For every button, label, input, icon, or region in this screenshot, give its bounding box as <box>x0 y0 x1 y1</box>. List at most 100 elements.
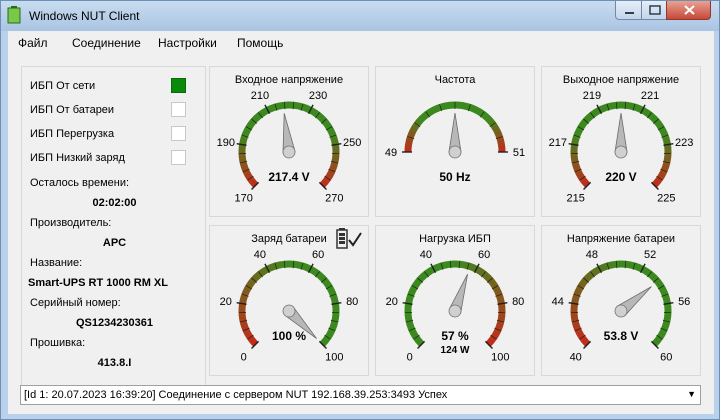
gauge-arc-segment <box>408 129 417 136</box>
gauge-tick-label: 44 <box>552 296 564 308</box>
gauge-title: Выходное напряжение <box>562 74 680 86</box>
dropdown-arrow-icon[interactable]: ▼ <box>687 389 696 399</box>
gauge-arc-segment <box>260 107 269 116</box>
main-window: Windows NUT Client Файл Соединение Настр… <box>0 0 720 420</box>
gauge-arc-segment <box>301 103 309 113</box>
gauge-arc-segment <box>330 296 339 303</box>
gauge-arc-segment <box>574 286 583 295</box>
gauge-tick-label: 56 <box>678 296 690 308</box>
maximize-button[interactable] <box>641 1 667 20</box>
gauge-arc-segment <box>426 266 435 275</box>
connection-log-text: [Id 1: 20.07.2023 16:39:20] Соединение с… <box>24 389 448 401</box>
gauge-arc-segment <box>641 107 650 117</box>
close-button[interactable] <box>666 1 711 20</box>
gauge-arc-segment <box>482 271 492 281</box>
gauge-arc-segment <box>301 262 309 272</box>
gauge-arc-segment <box>485 116 494 124</box>
gauge-input-voltage: 170 190 210 230 250 270 217.4 V Входное напряж… <box>209 66 369 217</box>
gauge-arc-segment <box>648 271 658 281</box>
gauge-readout: 217.4 V <box>268 170 309 184</box>
gauge-arc-segment <box>426 108 434 116</box>
gauge-arc-segment <box>585 112 594 122</box>
gauge-arc-segment <box>316 112 326 122</box>
manufacturer-label: Производитель: <box>30 217 112 229</box>
gauge-arc-segment <box>625 260 632 269</box>
client-area: Файл Соединение Настройки Помощь ИБП От … <box>8 31 714 414</box>
gauge-tick-label: 60 <box>660 351 672 363</box>
gauge-arc-segment <box>468 104 475 112</box>
gauge-arc-segment <box>492 126 501 134</box>
gauge-needle-hub <box>448 304 462 318</box>
gauge-arc-segment <box>327 128 336 136</box>
status-overload-label: ИБП Перегрузка <box>30 128 115 140</box>
gauge-arc-segment <box>269 103 277 112</box>
gauge-arc-segment <box>571 295 580 303</box>
status-online-label: ИБП От сети <box>30 80 96 92</box>
gauge-tick-label: 20 <box>386 296 398 308</box>
gauge-arc-segment <box>269 262 277 271</box>
gauge-arc-segment <box>253 271 262 281</box>
gauge-arc-segment <box>445 260 452 269</box>
gauge-tick-label: 40 <box>570 351 582 363</box>
gauge-title: Частота <box>434 74 476 86</box>
gauge-arc-segment <box>429 106 437 115</box>
gauge-arc-segment <box>570 155 579 162</box>
gauge-arc-segment <box>322 119 332 129</box>
gauge-dial: 0 20 40 60 80 100 57 % 124 W <box>386 249 525 363</box>
minimize-button[interactable] <box>615 1 642 20</box>
menu-settings[interactable]: Настройки <box>158 36 217 50</box>
gauge-arc-segment <box>487 118 496 126</box>
gauge-arc-segment <box>413 278 422 287</box>
gauge-arc-segment <box>474 106 481 115</box>
gauge-arc-segment <box>572 323 581 331</box>
gauge-dial: 215 217 219 221 223 225 220 V <box>549 90 694 204</box>
gauge-arc-segment <box>239 295 248 303</box>
gauge-arc-segment <box>571 136 580 144</box>
menu-file[interactable]: Файл <box>18 36 48 50</box>
gauge-arc-segment <box>601 103 609 112</box>
gauge-tick-label: 60 <box>312 249 324 261</box>
gauge-tick-label: 100 <box>491 351 509 363</box>
gauge-dial: 170 190 210 230 250 270 217.4 V <box>217 90 362 204</box>
serial-value: QS1234230361 <box>75 317 154 329</box>
gauge-arc-segment <box>238 314 247 321</box>
gauge-arc-segment <box>242 127 251 136</box>
gauge-arc-segment <box>571 160 580 167</box>
title-bar[interactable]: Windows NUT Client <box>1 1 719 31</box>
close-icon <box>684 5 695 15</box>
gauge-tick-label: 221 <box>641 90 659 102</box>
gauge-arc-segment <box>239 319 248 326</box>
connection-log-dropdown[interactable]: [Id 1: 20.07.2023 16:39:20] Соединение с… <box>20 385 701 405</box>
menu-help[interactable]: Помощь <box>237 36 283 50</box>
gauge-arc-segment <box>322 278 332 288</box>
gauge-arc-segment <box>497 138 505 144</box>
menu-bar: Файл Соединение Настройки Помощь <box>8 31 714 53</box>
gauge-arc-segment <box>330 137 339 144</box>
gauge-arc-segment <box>495 132 503 139</box>
gauge-arc-segment <box>322 335 331 344</box>
gauge-readout: 53.8 V <box>604 329 639 343</box>
gauge-arc-segment <box>242 286 251 295</box>
gauge-needle-hub <box>282 304 296 318</box>
menu-connection[interactable]: Соединение <box>72 36 141 50</box>
gauge-readout: 50 Hz <box>439 170 470 184</box>
gauge-readout: 57 % <box>441 329 469 343</box>
gauge-arc-segment <box>244 331 253 340</box>
firmware-value: 413.8.I <box>97 357 132 369</box>
gauge-arc-segment <box>408 286 417 295</box>
status-overload-indicator <box>171 126 186 141</box>
gauge-arc-segment <box>471 105 478 114</box>
gauge-arc-segment <box>253 112 262 122</box>
gauge-arc-segment <box>488 335 497 344</box>
gauge-ups-load: 0 20 40 60 80 100 57 % 124 W Нагрузка ИБП <box>375 225 535 376</box>
gauge-arc-segment <box>331 156 340 163</box>
gauge-arc-segment <box>309 266 318 276</box>
gauge-arc-segment <box>496 296 505 303</box>
gauge-tick-label: 40 <box>420 249 432 261</box>
gauge-arc-segment <box>404 314 413 321</box>
gauge-arc-segment <box>331 315 340 322</box>
gauge-arc-segment <box>249 179 259 188</box>
gauge-arc-segment <box>463 102 469 111</box>
gauge-arc-segment <box>654 176 663 185</box>
minimize-icon <box>625 12 634 14</box>
